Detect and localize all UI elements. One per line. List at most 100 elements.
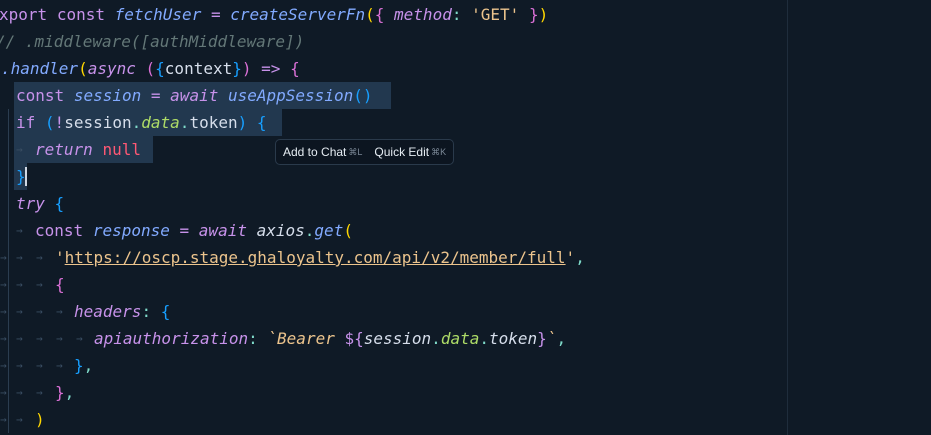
tab-arrow-icon: →: [16, 332, 23, 345]
code-line-11[interactable]: {: [55, 271, 65, 298]
tab-arrow-icon: →: [36, 359, 43, 372]
token-variable: session: [363, 329, 432, 348]
token-quote: ': [55, 248, 65, 267]
token-bracket: }: [55, 383, 65, 402]
tab-arrow-icon: →: [0, 332, 7, 345]
indent-guide: [8, 379, 9, 406]
code-line-9[interactable]: const response = await axios.get(: [35, 217, 353, 244]
tab-arrow-icon: →: [0, 278, 7, 291]
tab-arrow-icon: →: [0, 305, 7, 318]
token-function: createServerFn: [230, 5, 366, 24]
token-bracket: ): [241, 59, 252, 78]
token-property: apiauthorization: [94, 329, 249, 348]
indent-guide: [8, 136, 9, 163]
token-bracket: }: [528, 5, 539, 24]
token-punctuation: .: [131, 113, 142, 132]
token-property: headers: [74, 302, 142, 321]
token-variable: session: [73, 86, 142, 105]
token-bracket: ): [362, 86, 373, 105]
token-property: data: [141, 113, 180, 132]
token-bracket: (: [44, 113, 55, 132]
token-variable: response: [92, 221, 170, 240]
indent-guide: [8, 352, 9, 379]
token-bracket: {: [155, 59, 165, 78]
token-bracket: (: [78, 59, 88, 78]
token-variable: axios: [256, 221, 305, 240]
url-link[interactable]: https://oscp.stage.ghaloyalty.com/api/v2…: [65, 248, 566, 267]
token-property: method: [394, 5, 452, 24]
tab-arrow-icon: →: [56, 305, 63, 318]
token-bracket: (: [365, 5, 375, 24]
code-line-8[interactable]: try {: [16, 190, 64, 217]
token-punctuation: :: [248, 329, 258, 348]
tab-arrow-icon: →: [76, 332, 83, 345]
quick-edit-button[interactable]: Quick Edit ⌘K: [374, 145, 446, 159]
token-keyword: async: [87, 59, 136, 78]
token-keyword: await: [198, 221, 247, 240]
token-operator: =: [210, 5, 221, 24]
add-to-chat-button[interactable]: Add to Chat ⌘L: [283, 145, 362, 159]
token-method: get: [314, 221, 344, 240]
tab-arrow-icon: →: [0, 359, 7, 372]
code-line-6[interactable]: return null: [35, 136, 141, 163]
indent-guide: [8, 163, 9, 190]
token-quote: ': [471, 5, 481, 24]
token-punctuation: ,: [575, 248, 585, 267]
code-line-14[interactable]: },: [74, 352, 93, 379]
token-property: data: [440, 329, 480, 348]
indent-guide: [8, 244, 9, 271]
tab-arrow-icon: →: [16, 143, 23, 156]
tab-arrow-icon: →: [36, 386, 43, 399]
indent-guide: [8, 109, 9, 136]
tab-arrow-icon: →: [16, 413, 23, 426]
token-bracket: }: [232, 59, 242, 78]
code-line-12[interactable]: headers: {: [74, 298, 170, 325]
code-editor[interactable]: → → → → → → → → → → → → → → → → → → → → …: [0, 0, 931, 435]
token-quote: ': [565, 248, 576, 267]
token-punctuation: ,: [556, 329, 567, 348]
add-to-chat-shortcut: ⌘L: [348, 146, 363, 157]
token-keyword: xport: [0, 5, 48, 24]
token-quote: ': [509, 5, 520, 24]
token-punctuation: .: [431, 329, 441, 348]
tab-arrow-icon: →: [16, 359, 23, 372]
tab-arrow-icon: →: [16, 278, 23, 291]
token-bracket: {: [374, 5, 385, 24]
code-line-5[interactable]: if (!session.data.token) {: [16, 109, 267, 136]
token-property: token: [189, 113, 238, 132]
token-string: GET: [480, 5, 510, 24]
code-line-13[interactable]: apiauthorization: `Bearer ${session.data…: [94, 325, 566, 352]
code-line-3[interactable]: .handler(async ({context}) => {: [1, 55, 300, 82]
code-area[interactable]: → → → → → → → → → → → → → → → → → → → → …: [0, 0, 787, 435]
code-line-16[interactable]: ): [35, 406, 45, 433]
token-method: .handler: [1, 59, 79, 78]
token-interpolation: }: [537, 329, 547, 348]
token-literal: null: [102, 140, 141, 159]
code-line-4[interactable]: const session = await useAppSession(): [16, 82, 373, 109]
code-line-1[interactable]: xport const fetchUser = createServerFn({…: [0, 1, 548, 28]
token-keyword: if: [16, 113, 36, 132]
quick-edit-shortcut: ⌘K: [431, 146, 447, 157]
tab-arrow-icon: →: [16, 251, 23, 264]
selection-action-popup: Add to Chat ⌘L Quick Edit ⌘K: [275, 139, 455, 165]
token-keyword: const: [35, 221, 84, 240]
token-punctuation: .: [304, 221, 315, 240]
code-line-10[interactable]: 'https://oscp.stage.ghaloyalty.com/api/v…: [55, 244, 585, 271]
tab-arrow-icon: →: [36, 332, 43, 345]
token-bracket: {: [256, 113, 267, 132]
code-line-15[interactable]: },: [55, 379, 74, 406]
code-line-2[interactable]: // .middleware([authMiddleware]): [0, 28, 304, 55]
token-keyword: await: [170, 86, 219, 105]
